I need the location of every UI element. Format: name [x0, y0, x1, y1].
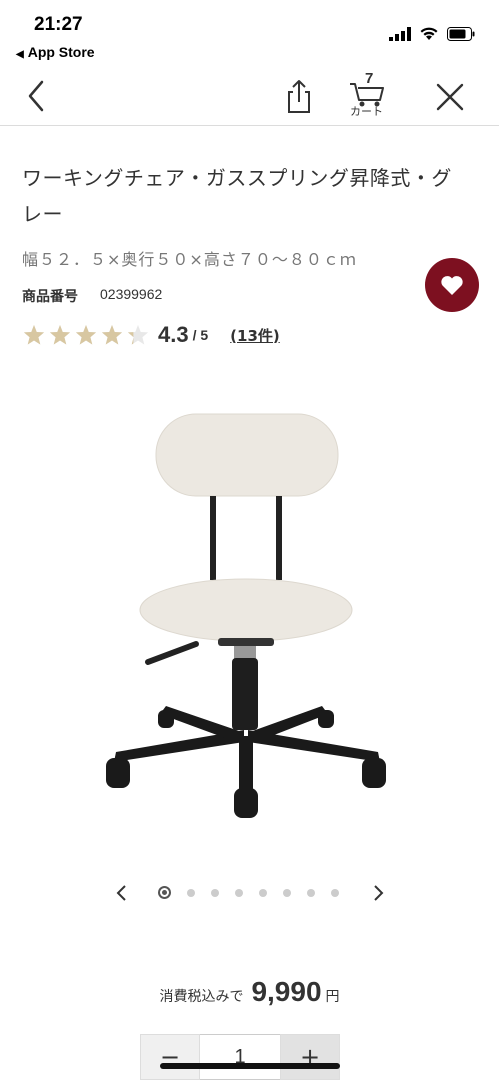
- carousel-dot[interactable]: [158, 886, 171, 899]
- review-count-link[interactable]: (13件): [230, 325, 280, 346]
- clock: 21:27: [34, 14, 83, 35]
- star-icon: [49, 325, 71, 345]
- rating-stars: [22, 324, 150, 346]
- product-title: ワーキングチェア・ガススプリング昇降式・グレー: [22, 166, 452, 226]
- chevron-left-icon: [116, 885, 126, 901]
- star-icon: [23, 325, 45, 345]
- triangle-left-icon: ◀: [16, 49, 24, 60]
- product-code-label: 商品番号: [22, 289, 78, 305]
- share-button[interactable]: [283, 78, 315, 114]
- back-app-label: App Store: [27, 44, 95, 60]
- product-size: 幅５２．５×奥行５０×高さ７０～８０ｃｍ: [22, 250, 357, 269]
- chevron-right-icon: [374, 885, 384, 901]
- price-label: 消費税込みで: [159, 989, 244, 1005]
- price-unit: 円: [325, 989, 340, 1005]
- quantity-increase-button[interactable]: +: [280, 1034, 340, 1080]
- quantity-stepper: − 1 +: [140, 1034, 360, 1080]
- carousel-dot[interactable]: [235, 888, 243, 897]
- cart-button[interactable]: 7 カート: [346, 70, 392, 120]
- battery-icon: [447, 26, 475, 41]
- share-icon: [288, 80, 310, 113]
- system-icons: [389, 26, 475, 41]
- rating-max: / 5: [192, 327, 209, 343]
- carousel-next-button[interactable]: [368, 883, 388, 903]
- star-icon: [75, 325, 97, 345]
- signal-icon: [389, 26, 411, 41]
- close-button[interactable]: [433, 80, 467, 114]
- product-code-value: 02399962: [100, 286, 163, 302]
- star-icon: [101, 325, 123, 345]
- back-button[interactable]: [22, 78, 52, 114]
- chevron-left-icon: [28, 80, 44, 112]
- heart-icon: [441, 276, 463, 295]
- product-code-row: 商品番号 02399962: [22, 286, 162, 306]
- carousel-dot[interactable]: [307, 888, 315, 897]
- back-to-app-store[interactable]: ◀ App Store: [16, 44, 95, 60]
- carousel-dot[interactable]: [259, 888, 267, 897]
- carousel-dot[interactable]: [187, 888, 195, 897]
- nav-bar: 7 カート: [0, 68, 499, 126]
- quantity-decrease-button[interactable]: −: [140, 1034, 200, 1080]
- price-value: 9,990: [251, 976, 322, 1007]
- image-carousel-nav: [0, 878, 499, 908]
- home-indicator[interactable]: [160, 1063, 340, 1069]
- price-row: 消費税込みで 9,990 円: [0, 976, 499, 1008]
- close-icon: [436, 83, 464, 111]
- carousel-dot[interactable]: [283, 888, 291, 897]
- carousel-dots: [158, 886, 339, 899]
- office-chair-image[interactable]: [96, 400, 396, 830]
- carousel-prev-button[interactable]: [112, 883, 132, 903]
- star-icon: [127, 325, 149, 345]
- favorite-button[interactable]: [425, 258, 479, 312]
- quantity-value[interactable]: 1: [200, 1034, 280, 1080]
- wifi-icon: [420, 27, 438, 40]
- cart-label: カート: [350, 105, 383, 118]
- carousel-dot[interactable]: [331, 888, 339, 897]
- status-bar: 21:27 ◀ App Store: [0, 0, 499, 70]
- rating-value: 4.3: [158, 322, 189, 347]
- rating-row: 4.3 / 5 (13件): [22, 322, 280, 348]
- carousel-dot[interactable]: [211, 888, 219, 897]
